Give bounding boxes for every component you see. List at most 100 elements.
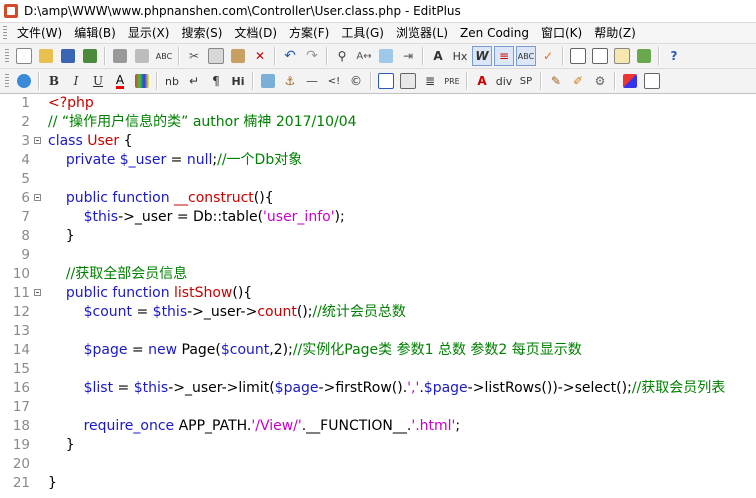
- code-line[interactable]: 8 }: [0, 227, 756, 246]
- anchor-icon[interactable]: ⚓: [280, 71, 300, 91]
- menu-edit[interactable]: 编辑(B): [68, 24, 122, 42]
- menu-zen-coding[interactable]: Zen Coding: [454, 24, 535, 42]
- span-icon[interactable]: SP: [516, 71, 536, 91]
- find-in-files-icon[interactable]: [376, 46, 396, 66]
- toolbar-separator: [104, 47, 106, 65]
- copy-icon[interactable]: [206, 46, 226, 66]
- fold-toggle-icon[interactable]: [34, 137, 41, 144]
- fold-toggle-icon[interactable]: [34, 194, 41, 201]
- menu-search[interactable]: 搜索(S): [175, 24, 228, 42]
- plugin-icon[interactable]: ⚙: [590, 71, 610, 91]
- menu-project[interactable]: 方案(F): [283, 24, 335, 42]
- edit-icon[interactable]: ✎: [546, 71, 566, 91]
- div-icon[interactable]: div: [494, 71, 514, 91]
- code-line[interactable]: 5: [0, 170, 756, 189]
- code-line[interactable]: 19 }: [0, 436, 756, 455]
- nbsp-icon[interactable]: nb: [162, 71, 182, 91]
- indent-icon[interactable]: ≡: [494, 46, 514, 66]
- code-line[interactable]: 6 public function __construct(){: [0, 189, 756, 208]
- code-line[interactable]: 13: [0, 322, 756, 341]
- pre-icon[interactable]: PRE: [442, 71, 462, 91]
- hx-icon[interactable]: Hx: [450, 46, 470, 66]
- list-icon[interactable]: ≣: [420, 71, 440, 91]
- replace-icon[interactable]: A↔: [354, 46, 374, 66]
- menu-browser[interactable]: 浏览器(L): [390, 24, 454, 42]
- toolbar-separator: [466, 72, 468, 90]
- help-icon[interactable]: ?: [664, 46, 684, 66]
- menu-view[interactable]: 显示(X): [122, 24, 176, 42]
- find-icon[interactable]: ⚲: [332, 46, 352, 66]
- copyright-icon[interactable]: ©: [346, 71, 366, 91]
- code-line[interactable]: 1 <?php: [0, 94, 756, 113]
- code-line[interactable]: 20: [0, 455, 756, 474]
- word-wrap-icon[interactable]: W: [472, 46, 492, 66]
- marker-icon[interactable]: ✐: [568, 71, 588, 91]
- code-line[interactable]: 16 $list = $this->_user->limit($page->fi…: [0, 379, 756, 398]
- line-number: 9: [21, 247, 30, 263]
- image-icon[interactable]: [258, 71, 278, 91]
- menu-document[interactable]: 文档(D): [228, 24, 283, 42]
- table-icon[interactable]: [376, 71, 396, 91]
- quote-icon[interactable]: A: [472, 71, 492, 91]
- spell-check-icon[interactable]: ABC: [154, 46, 174, 66]
- redo-icon[interactable]: ↷: [302, 46, 322, 66]
- paragraph-icon[interactable]: ¶: [206, 71, 226, 91]
- open-file-icon[interactable]: [36, 46, 56, 66]
- menu-window[interactable]: 窗口(K): [535, 24, 588, 42]
- cliptext-icon[interactable]: [612, 46, 632, 66]
- new-file-icon[interactable]: [14, 46, 34, 66]
- code-line[interactable]: 10 //获取全部会员信息: [0, 265, 756, 284]
- code-line[interactable]: 14 $page = new Page($count,2);//实例化Page类…: [0, 341, 756, 360]
- view-icon[interactable]: [642, 71, 662, 91]
- toolbar-grip-icon: [5, 49, 9, 63]
- code-line[interactable]: 3 class User {: [0, 132, 756, 151]
- italic-icon[interactable]: I: [66, 71, 86, 91]
- font-size-icon[interactable]: A: [428, 46, 448, 66]
- heading-icon[interactable]: Hi: [228, 71, 248, 91]
- code-line[interactable]: 9: [0, 246, 756, 265]
- paste-icon[interactable]: [228, 46, 248, 66]
- br-icon[interactable]: ↵: [184, 71, 204, 91]
- print-preview-icon[interactable]: [132, 46, 152, 66]
- output-window-icon[interactable]: [590, 46, 610, 66]
- menu-file[interactable]: 文件(W): [11, 24, 68, 42]
- fold-toggle-icon[interactable]: [34, 289, 41, 296]
- bold-icon[interactable]: B: [44, 71, 64, 91]
- save-all-icon[interactable]: [80, 46, 100, 66]
- form-icon[interactable]: [398, 71, 418, 91]
- browser-icon[interactable]: [14, 71, 34, 91]
- delete-icon[interactable]: ✕: [250, 46, 270, 66]
- code-line[interactable]: 18 require_once APP_PATH.'/View/'.__FUNC…: [0, 417, 756, 436]
- code-text: private $_user = null;//一个Db对象: [65, 152, 303, 168]
- check-icon[interactable]: ✓: [538, 46, 558, 66]
- code-line[interactable]: 12 $count = $this->_user->count();//统计会员…: [0, 303, 756, 322]
- code-line[interactable]: 15: [0, 360, 756, 379]
- code-line[interactable]: 2 // “操作用户信息的类” author 楠神 2017/10/04: [0, 113, 756, 132]
- goto-icon[interactable]: ⇥: [398, 46, 418, 66]
- code-line[interactable]: 11 public function listShow(){: [0, 284, 756, 303]
- line-number: 2: [21, 114, 30, 130]
- comment-icon[interactable]: <!: [324, 71, 344, 91]
- code-text: $count = $this->_user->count();//统计会员总数: [83, 304, 406, 320]
- line-number: 14: [12, 342, 30, 358]
- code-line[interactable]: 4 private $_user = null;//一个Db对象: [0, 151, 756, 170]
- undo-icon[interactable]: ↶: [280, 46, 300, 66]
- font-color-icon[interactable]: A: [110, 71, 130, 91]
- code-line[interactable]: 17: [0, 398, 756, 417]
- color-picker-icon[interactable]: [132, 71, 152, 91]
- column-icon[interactable]: ABC: [516, 46, 536, 66]
- menu-help[interactable]: 帮助(Z): [588, 24, 642, 42]
- code-line[interactable]: 7 $this->_user = Db::table('user_info');: [0, 208, 756, 227]
- directory-icon[interactable]: [634, 46, 654, 66]
- underline-icon[interactable]: U: [88, 71, 108, 91]
- code-editor[interactable]: 1 <?php 2 // “操作用户信息的类” author 楠神 2017/10/0…: [0, 93, 756, 498]
- line-number: 12: [12, 304, 30, 320]
- cut-icon[interactable]: ✂: [184, 46, 204, 66]
- document-list-icon[interactable]: [568, 46, 588, 66]
- menu-tools[interactable]: 工具(G): [335, 24, 390, 42]
- print-icon[interactable]: [110, 46, 130, 66]
- color-chooser-icon[interactable]: [620, 71, 640, 91]
- code-line[interactable]: 21}: [0, 474, 756, 493]
- save-icon[interactable]: [58, 46, 78, 66]
- hr-icon[interactable]: —: [302, 71, 322, 91]
